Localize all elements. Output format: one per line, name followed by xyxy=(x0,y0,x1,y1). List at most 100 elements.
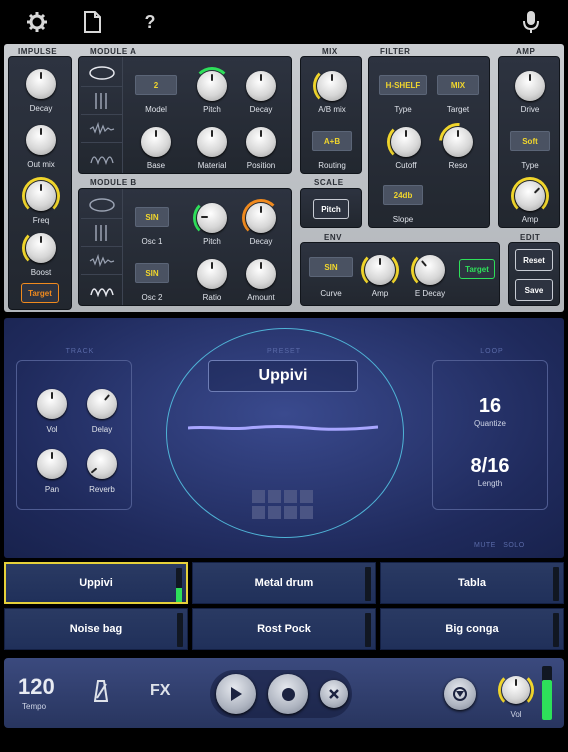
env-amp-knob[interactable] xyxy=(365,255,395,285)
track-vol-knob[interactable] xyxy=(37,389,67,419)
scale-panel: Pitch xyxy=(300,188,362,228)
level-meter xyxy=(177,613,183,647)
noise-wave-icon[interactable] xyxy=(81,247,123,275)
filter-panel: H-SHELF Type MIX Target Cutoff Reso 24db… xyxy=(368,56,490,228)
level-meter xyxy=(553,567,559,601)
amp-type-value[interactable]: Soft xyxy=(510,131,550,151)
length-value[interactable]: 8/16 xyxy=(433,455,547,478)
level-meter xyxy=(176,568,182,602)
preset-slot-label: Big conga xyxy=(445,623,499,635)
document-icon[interactable] xyxy=(80,10,104,34)
preset-slot-label: Rost Pock xyxy=(257,623,311,635)
edit-title: EDIT xyxy=(520,233,541,242)
filter-target-value[interactable]: MIX xyxy=(437,75,479,95)
module-b-osc2-value[interactable]: SIN xyxy=(135,263,169,283)
settings-circle-icon[interactable] xyxy=(444,678,476,710)
impulse-decay-knob[interactable] xyxy=(26,69,56,99)
transport-bar: 120 Tempo FX Vol xyxy=(4,658,564,728)
oval-wave-icon[interactable] xyxy=(81,191,123,219)
scale-pitch-button[interactable]: Pitch xyxy=(313,199,349,219)
preset-slot-3[interactable]: Tabla xyxy=(380,562,564,604)
filter-reso-knob[interactable] xyxy=(443,127,473,157)
env-edecay-label: E Decay xyxy=(414,289,446,298)
track-reverb-knob[interactable] xyxy=(87,449,117,479)
bars-wave-icon[interactable] xyxy=(81,219,123,247)
module-a-base-knob[interactable] xyxy=(141,127,171,157)
module-b-osc2-label: Osc 2 xyxy=(141,293,163,302)
module-b-decay-knob[interactable] xyxy=(246,203,276,233)
tempo-value[interactable]: 120 xyxy=(18,674,55,700)
env-curve-value[interactable]: SIN xyxy=(309,257,353,277)
filter-cutoff-knob[interactable] xyxy=(391,127,421,157)
module-a-material-knob[interactable] xyxy=(197,127,227,157)
module-b-osc1-value[interactable]: SIN xyxy=(135,207,169,227)
filter-slope-value[interactable]: 24db xyxy=(383,185,423,205)
preset-slot-1[interactable]: Uppivi xyxy=(4,562,188,604)
help-icon[interactable]: ? xyxy=(138,10,162,34)
amp-drive-knob[interactable] xyxy=(515,71,545,101)
impulse-boost-knob[interactable] xyxy=(26,233,56,263)
save-button[interactable]: Save xyxy=(515,279,553,301)
ab-mix-knob[interactable] xyxy=(317,71,347,101)
module-a-panel: 2 Model Pitch Decay Base Material Positi… xyxy=(78,56,292,174)
oval-wave-icon[interactable] xyxy=(81,59,123,87)
filter-type-value[interactable]: H-SHELF xyxy=(379,75,427,95)
record-button[interactable] xyxy=(268,674,308,714)
preset-slot-6[interactable]: Big conga xyxy=(380,608,564,650)
module-b-panel: SIN Osc 1 Pitch Decay SIN Osc 2 Ratio Am… xyxy=(78,188,292,306)
synth-panel: IMPULSE Decay Out mix Freq Boost Target … xyxy=(4,44,564,312)
performance-area: TRACK Vol Delay Pan Reverb PRESET Uppivi… xyxy=(4,318,564,558)
gear-icon[interactable] xyxy=(25,10,49,34)
impulse-target-button[interactable]: Target xyxy=(21,283,59,303)
preset-slot-5[interactable]: Rost Pock xyxy=(192,608,376,650)
preset-slot-label: Metal drum xyxy=(254,577,314,589)
preset-slot-label: Noise bag xyxy=(69,623,123,635)
preset-slot-2[interactable]: Metal drum xyxy=(192,562,376,604)
arch-wave-icon[interactable] xyxy=(81,275,123,303)
module-a-position-knob[interactable] xyxy=(246,127,276,157)
mute-label[interactable]: MUTE xyxy=(474,542,496,549)
metronome-icon[interactable] xyxy=(93,680,109,707)
track-pan-knob[interactable] xyxy=(37,449,67,479)
impulse-freq-label: Freq xyxy=(32,216,50,225)
track-reverb-label: Reverb xyxy=(89,485,115,494)
module-b-amount-label: Amount xyxy=(247,293,275,302)
env-target-button[interactable]: Target xyxy=(459,259,495,279)
impulse-outmix-knob[interactable] xyxy=(26,125,56,155)
fx-button[interactable]: FX xyxy=(150,682,170,700)
env-title: ENV xyxy=(324,233,342,242)
module-b-amount-knob[interactable] xyxy=(246,259,276,289)
module-a-model-value[interactable]: 2 xyxy=(135,75,177,95)
filter-target-label: Target xyxy=(446,105,470,114)
track-title: TRACK xyxy=(65,348,95,355)
play-button[interactable] xyxy=(216,674,256,714)
module-b-decay-label: Decay xyxy=(249,237,273,246)
preset-slot-4[interactable]: Noise bag xyxy=(4,608,188,650)
amp-amp-knob[interactable] xyxy=(515,181,545,211)
reset-button[interactable]: Reset xyxy=(515,249,553,271)
noise-wave-icon[interactable] xyxy=(81,115,123,143)
quantize-value[interactable]: 16 xyxy=(433,395,547,418)
solo-label[interactable]: SOLO xyxy=(503,542,524,549)
master-vol-knob[interactable] xyxy=(502,676,530,704)
clear-button[interactable] xyxy=(320,680,348,708)
mute-solo-legend: MUTE SOLO xyxy=(474,542,525,549)
arch-wave-icon[interactable] xyxy=(81,143,123,171)
impulse-freq-knob[interactable] xyxy=(26,181,56,211)
module-b-pitch-knob[interactable] xyxy=(197,203,227,233)
track-delay-knob[interactable] xyxy=(87,389,117,419)
level-meter xyxy=(553,613,559,647)
level-meter xyxy=(365,567,371,601)
pad-grid[interactable] xyxy=(252,490,314,520)
impulse-boost-label: Boost xyxy=(30,268,52,277)
microphone-icon[interactable] xyxy=(519,10,543,34)
module-b-ratio-knob[interactable] xyxy=(197,259,227,289)
preset-title: PRESET xyxy=(266,348,301,355)
routing-value[interactable]: A+B xyxy=(312,131,352,151)
preset-name[interactable]: Uppivi xyxy=(208,360,358,392)
bars-wave-icon[interactable] xyxy=(81,87,123,115)
env-edecay-knob[interactable] xyxy=(415,255,445,285)
module-a-decay-knob[interactable] xyxy=(246,71,276,101)
filter-slope-label: Slope xyxy=(392,215,414,224)
module-a-pitch-knob[interactable] xyxy=(197,71,227,101)
